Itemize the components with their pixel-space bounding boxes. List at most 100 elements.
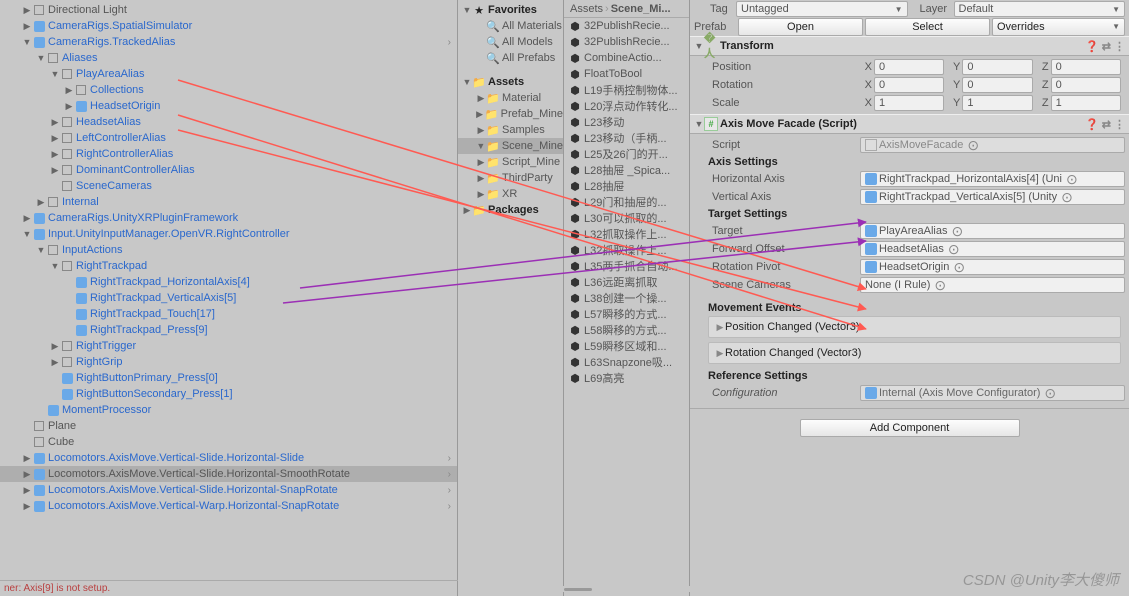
folder-item[interactable]: ▶📁Samples [458,122,563,138]
hierarchy-item[interactable]: ▶CameraRigs.SpatialSimulator [0,18,457,34]
hierarchy-item[interactable]: ▶HeadsetOrigin [0,98,457,114]
hierarchy-item[interactable]: RightButtonSecondary_Press[1] [0,386,457,402]
add-component-button[interactable]: Add Component [800,419,1020,437]
favorite-item[interactable]: 🔍All Models [458,34,563,50]
tf-rot-z-input[interactable]: 0 [1051,77,1121,93]
tf-pos-x-input[interactable]: 0 [874,59,944,75]
hierarchy-item[interactable]: ▶HeadsetAlias [0,114,457,130]
hierarchy-item[interactable]: ▶DominantControllerAlias [0,162,457,178]
scene-item[interactable]: ⬢L38创建一个操... [564,290,689,306]
hierarchy-item[interactable]: ▶LeftControllerAlias [0,130,457,146]
hierarchy-item[interactable]: ▼PlayAreaAlias [0,66,457,82]
transform-header[interactable]: ▼�人 Transform ❓ ⇄ ⋮ [690,36,1129,56]
position-changed-event[interactable]: ▶Position Changed (Vector3) [708,316,1121,338]
hierarchy-item[interactable]: ▶Collections [0,82,457,98]
scene-item[interactable]: ⬢L57瞬移的方式... [564,306,689,322]
folder-item[interactable]: ▶📁ThirdParty [458,170,563,186]
hierarchy-item[interactable]: ▶Locomotors.AxisMove.Vertical-Slide.Hori… [0,466,457,482]
scene-item[interactable]: ⬢L69高亮 [564,370,689,386]
folder-icon: 📁 [486,171,500,185]
hierarchy-item[interactable]: ▼Aliases [0,50,457,66]
folder-item[interactable]: ▶📁Script_Mine [458,154,563,170]
scene-item[interactable]: ⬢L30可以抓取的... [564,210,689,226]
hierarchy-item[interactable]: ▶RightControllerAlias [0,146,457,162]
hierarchy-item[interactable]: ▶Locomotors.AxisMove.Vertical-Warp.Horiz… [0,498,457,514]
hierarchy-item[interactable]: RightTrackpad_Press[9] [0,322,457,338]
scene-item[interactable]: ⬢L19手柄控制物体... [564,82,689,98]
hierarchy-item[interactable]: ▶RightTrigger [0,338,457,354]
hierarchy-item[interactable]: RightTrackpad_VerticalAxis[5] [0,290,457,306]
tf-pos-y-input[interactable]: 0 [962,59,1032,75]
forward-offset-field[interactable]: HeadsetAlias⊙ [860,241,1125,257]
scene-item[interactable]: ⬢L36远距离抓取 [564,274,689,290]
scene-item[interactable]: ⬢L23移动（手柄... [564,130,689,146]
gameobject-icon [46,195,60,209]
folder-item[interactable]: ▼📁Scene_Mine [458,138,563,154]
scene-item[interactable]: ⬢32PublishRecie... [564,34,689,50]
layer-dropdown[interactable]: Default▼ [954,1,1126,17]
overrides-dropdown[interactable]: Overrides▼ [992,18,1125,36]
script-component-header[interactable]: ▼ # Axis Move Facade (Script) ❓ ⇄ ⋮ [690,114,1129,134]
hierarchy-item[interactable]: RightTrackpad_HorizontalAxis[4] [0,274,457,290]
hierarchy-item[interactable]: ▼RightTrackpad [0,258,457,274]
tf-scl-x-input[interactable]: 1 [874,95,944,111]
item-label: PlayAreaAlias [76,68,144,80]
tf-scl-z-input[interactable]: 1 [1051,95,1121,111]
tf-scl-y-input[interactable]: 1 [962,95,1032,111]
scene-item[interactable]: ⬢FloatToBool [564,66,689,82]
scene-item[interactable]: ⬢CombineActio... [564,50,689,66]
packages-header[interactable]: ▶ 📁 Packages [458,202,563,218]
tf-pos-z-input[interactable]: 0 [1051,59,1121,75]
target-field[interactable]: PlayAreaAlias⊙ [860,223,1125,239]
hierarchy-item[interactable]: ▶Locomotors.AxisMove.Vertical-Slide.Hori… [0,482,457,498]
scene-item[interactable]: ⬢L32抓取操作上... [564,226,689,242]
tf-rot-y-input[interactable]: 0 [962,77,1032,93]
scene-item[interactable]: ⬢L35两手抓合自动... [564,258,689,274]
breadcrumb[interactable]: Assets›Scene_Mi... [564,0,689,18]
hierarchy-item[interactable]: MomentProcessor [0,402,457,418]
scene-item[interactable]: ⬢L63Snapzone吸... [564,354,689,370]
select-button[interactable]: Select [865,18,990,36]
item-label: RightTrackpad [76,260,147,272]
scene-item[interactable]: ⬢L32抓取操作上... [564,242,689,258]
scene-item[interactable]: ⬢L25及26门的开... [564,146,689,162]
hierarchy-item[interactable]: ▼Input.UnityInputManager.OpenVR.RightCon… [0,226,457,242]
scene-item[interactable]: ⬢L28抽屉 [564,178,689,194]
horizontal-axis-field[interactable]: RightTrackpad_HorizontalAxis[4] (Uni⊙ [860,171,1125,187]
hierarchy-item[interactable]: RightTrackpad_Touch[17] [0,306,457,322]
scene-cameras-field[interactable]: None (I Rule)⊙ [860,277,1125,293]
scene-item[interactable]: ⬢L59瞬移区域和... [564,338,689,354]
hierarchy-item[interactable]: ▶CameraRigs.UnityXRPluginFramework [0,210,457,226]
slider-handle[interactable] [564,586,690,592]
folder-item[interactable]: ▶📁Prefab_Mine [458,106,563,122]
scene-item[interactable]: ⬢L29门和抽屉的... [564,194,689,210]
folder-item[interactable]: ▶📁Material [458,90,563,106]
folder-item[interactable]: ▶📁XR [458,186,563,202]
hierarchy-item[interactable]: ▶RightGrip [0,354,457,370]
open-button[interactable]: Open [738,18,863,36]
hierarchy-item[interactable]: ▶Directional Light [0,2,457,18]
assets-header[interactable]: ▼ 📁 Assets [458,74,563,90]
favorite-item[interactable]: 🔍All Prefabs [458,50,563,66]
hierarchy-item[interactable]: SceneCameras [0,178,457,194]
vertical-axis-field[interactable]: RightTrackpad_VerticalAxis[5] (Unity⊙ [860,189,1125,205]
hierarchy-item[interactable]: Cube [0,434,457,450]
scene-item[interactable]: ⬢L28抽屉 _Spica... [564,162,689,178]
scene-item[interactable]: ⬢L20浮点动作转化... [564,98,689,114]
hierarchy-item[interactable]: ▶Locomotors.AxisMove.Vertical-Slide.Hori… [0,450,457,466]
hierarchy-item[interactable]: ▼CameraRigs.TrackedAlias› [0,34,457,50]
rotation-changed-event[interactable]: ▶Rotation Changed (Vector3) [708,342,1121,364]
hierarchy-item[interactable]: Plane [0,418,457,434]
favorite-item[interactable]: 🔍All Materials [458,18,563,34]
scene-item[interactable]: ⬢L23移动 [564,114,689,130]
item-label: Locomotors.AxisMove.Vertical-Warp.Horizo… [48,500,339,512]
scene-item[interactable]: ⬢32PublishRecie... [564,18,689,34]
hierarchy-item[interactable]: ▼InputActions [0,242,457,258]
hierarchy-item[interactable]: RightButtonPrimary_Press[0] [0,370,457,386]
hierarchy-item[interactable]: ▶Internal [0,194,457,210]
tag-dropdown[interactable]: Untagged▼ [736,1,908,17]
scene-item[interactable]: ⬢L58瞬移的方式... [564,322,689,338]
tf-rot-x-input[interactable]: 0 [874,77,944,93]
favorites-header[interactable]: ▼ ★ Favorites [458,2,563,18]
rotation-pivot-field[interactable]: HeadsetOrigin⊙ [860,259,1125,275]
